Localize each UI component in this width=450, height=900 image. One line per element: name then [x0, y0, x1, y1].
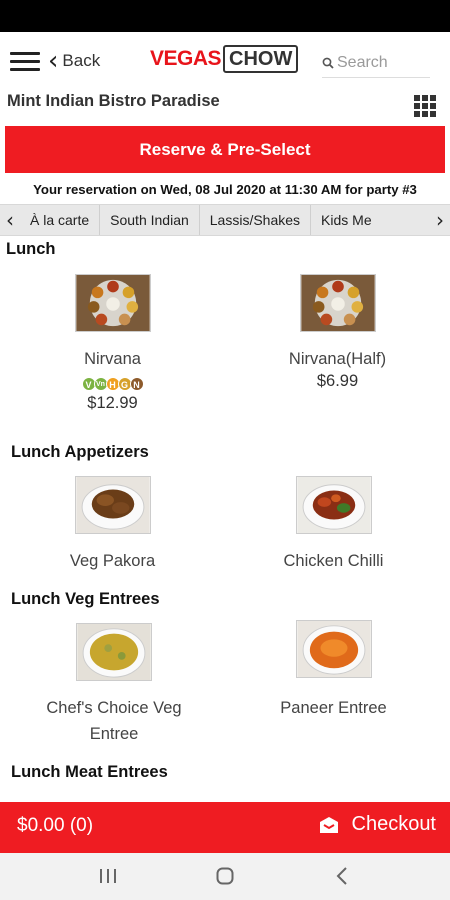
pakora-food-image: [74, 476, 151, 534]
menu-item-veg-pakora[interactable]: Veg Pakora: [0, 476, 225, 574]
item-name: Nirvana(Half): [288, 350, 387, 368]
nut-badge: N: [129, 377, 144, 391]
reservation-info: Your reservation on Wed, 08 Jul 2020 at …: [33, 182, 417, 197]
chevron-right-icon[interactable]: ›: [430, 205, 450, 235]
chicken-chilli-food-image: [295, 476, 372, 534]
menu-item-chefs-choice-veg-entree[interactable]: Chef's Choice Veg Entree: [1, 623, 227, 747]
top-bar: ‹ Back VEGAS CHOW: [0, 32, 450, 90]
menu-item-nirvana-half[interactable]: Nirvana(Half) $6.99: [225, 274, 450, 391]
menu-item-nirvana[interactable]: Nirvana V Vn H G N $12.99: [0, 274, 225, 413]
grid-view-icon[interactable]: [414, 95, 436, 117]
thali-food-image: [74, 274, 151, 332]
back-label: Back: [62, 51, 101, 70]
logo-chow-text: CHOW: [223, 45, 299, 73]
section-title-lunch-appetizers: Lunch Appetizers: [11, 443, 149, 461]
thali-food-image: [299, 274, 376, 332]
menu-item-chicken-chilli[interactable]: Chicken Chilli: [221, 476, 446, 574]
section-title-lunch: Lunch: [6, 240, 56, 258]
chevron-left-icon: ‹: [48, 46, 59, 76]
back-nav-icon[interactable]: [322, 863, 362, 889]
section-title-lunch-veg-entrees: Lunch Veg Entrees: [11, 590, 160, 608]
hamburger-menu-icon[interactable]: [10, 52, 40, 72]
veg-curry-food-image: [76, 623, 152, 681]
category-tabs: ‹ À la carte South Indian Lassis/Shakes …: [0, 204, 450, 236]
item-name: Paneer Entree: [280, 699, 387, 717]
menu-item-paneer-entree[interactable]: Paneer Entree: [221, 620, 446, 721]
shopping-bag-icon: [319, 816, 338, 833]
back-button[interactable]: ‹ Back: [48, 46, 101, 76]
vegas-chow-logo: VEGAS CHOW: [150, 44, 299, 74]
item-name: Veg Pakora: [69, 552, 156, 570]
recent-apps-icon[interactable]: [88, 863, 128, 889]
item-name: Chicken Chilli: [283, 552, 384, 570]
android-navigation-bar: [0, 853, 450, 900]
item-name: Nirvana: [84, 350, 141, 368]
search-input[interactable]: [337, 53, 427, 72]
dietary-badges: V Vn H G N: [0, 374, 225, 394]
checkout-label: Checkout: [351, 813, 437, 835]
paneer-curry-food-image: [295, 620, 372, 678]
item-price: $12.99: [87, 394, 138, 412]
item-price: $6.99: [316, 372, 359, 390]
cart-bar: $0.00 (0) Checkout: [0, 802, 450, 853]
reserve-preselect-button[interactable]: Reserve & Pre-Select: [5, 126, 445, 173]
search-field[interactable]: [322, 48, 430, 78]
status-bar: [0, 0, 450, 32]
section-title-lunch-meat-entrees: Lunch Meat Entrees: [11, 763, 168, 781]
checkout-button[interactable]: Checkout: [318, 813, 437, 836]
restaurant-name: Mint Indian Bistro Paradise: [7, 92, 220, 110]
tab-kids-menu[interactable]: Kids Me: [311, 205, 382, 235]
chevron-left-icon[interactable]: ‹: [0, 205, 20, 235]
item-name: Chef's Choice Veg Entree: [46, 699, 182, 743]
search-icon: [322, 57, 334, 69]
tab-lassis-shakes[interactable]: Lassis/Shakes: [200, 205, 312, 235]
tab-south-indian[interactable]: South Indian: [100, 205, 200, 235]
cart-total[interactable]: $0.00 (0): [17, 815, 93, 837]
logo-vegas-text: VEGAS: [150, 47, 222, 70]
home-icon[interactable]: [205, 863, 245, 889]
tab-a-la-carte[interactable]: À la carte: [20, 205, 101, 235]
